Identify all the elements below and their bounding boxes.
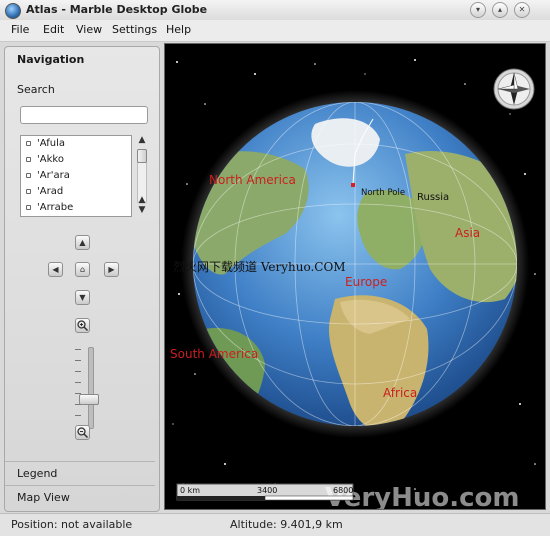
watermark-text: 烈火网下载频道 Veryhuo.COM	[173, 260, 346, 274]
pan-down-button[interactable]: ▼	[75, 290, 90, 305]
bullet-icon	[26, 141, 31, 146]
marble-globe-icon	[5, 3, 21, 19]
label-russia: Russia	[417, 192, 449, 203]
bullet-icon	[26, 205, 31, 210]
label-south-america: South America	[170, 347, 258, 361]
list-item[interactable]: 'Ar'ara	[21, 168, 131, 184]
navigation-panel: Navigation Search 'Afula 'Akko 'Ar'ara '…	[4, 46, 160, 512]
menu-bar: File Edit View Settings Help	[0, 20, 550, 42]
navigation-header[interactable]: Navigation	[17, 53, 84, 66]
zoom-in-button[interactable]	[75, 318, 90, 333]
zoom-out-button[interactable]	[75, 425, 90, 440]
maximize-icon[interactable]: ▴	[492, 2, 508, 18]
globe-canvas[interactable]: North America North Pole Russia Asia Eur…	[165, 44, 545, 509]
zoom-in-icon	[77, 320, 89, 332]
pan-up-button[interactable]: ▲	[75, 235, 90, 250]
scroll-thumb[interactable]	[137, 149, 147, 163]
minimize-icon[interactable]: ▾	[470, 2, 486, 18]
menu-help[interactable]: Help	[166, 23, 191, 36]
position-status: Position: not available	[11, 518, 133, 531]
label-north-america: North America	[209, 173, 296, 187]
place-list-scrollbar[interactable]: ▲ ▲ ▼	[135, 135, 149, 217]
home-button[interactable]: ⌂	[75, 262, 90, 277]
scale-end: 6800	[333, 486, 353, 495]
search-input[interactable]	[20, 106, 148, 124]
label-asia: Asia	[455, 226, 480, 240]
list-item[interactable]: 'Arrabe	[21, 200, 131, 216]
scroll-up-icon[interactable]: ▲	[136, 135, 148, 145]
list-item[interactable]: 'Arad	[21, 184, 131, 200]
pan-left-button[interactable]: ◀	[48, 262, 63, 277]
menu-file[interactable]: File	[11, 23, 29, 36]
altitude-status: Altitude: 9.401,9 km	[230, 518, 343, 531]
compass-icon	[493, 68, 535, 110]
watermark-logo: VeryHuo.com	[325, 483, 519, 509]
title-bar: Atlas - Marble Desktop Globe ▾ ▴ ✕	[0, 0, 550, 21]
close-icon[interactable]: ✕	[514, 2, 530, 18]
scale-bar: 0 km 3400 6800	[176, 483, 354, 501]
list-item[interactable]: 'Akko	[21, 152, 131, 168]
zoom-slider-thumb[interactable]	[79, 394, 99, 405]
north-pole-marker	[351, 183, 355, 187]
menu-view[interactable]: View	[76, 23, 102, 36]
bullet-icon	[26, 157, 31, 162]
scale-start: 0 km	[180, 486, 200, 495]
bullet-icon	[26, 173, 31, 178]
bullet-icon	[26, 189, 31, 194]
label-europe: Europe	[345, 275, 387, 289]
scroll-down-icon[interactable]: ▼	[136, 205, 148, 215]
search-label: Search	[17, 83, 55, 96]
place-list[interactable]: 'Afula 'Akko 'Ar'ara 'Arad 'Arrabe	[20, 135, 132, 217]
globe-map-view[interactable]: North America North Pole Russia Asia Eur…	[164, 43, 546, 510]
zoom-ticks	[75, 349, 83, 425]
map-view-tab[interactable]: Map View	[5, 485, 155, 510]
zoom-out-icon	[77, 427, 89, 439]
menu-edit[interactable]: Edit	[43, 23, 64, 36]
menu-settings[interactable]: Settings	[112, 23, 157, 36]
zoom-slider-track[interactable]	[88, 347, 94, 429]
scroll-down-icon[interactable]: ▲	[136, 195, 148, 205]
label-africa: Africa	[383, 386, 417, 400]
window-title: Atlas - Marble Desktop Globe	[26, 3, 208, 16]
legend-tab[interactable]: Legend	[5, 461, 155, 486]
status-bar: Position: not available Altitude: 9.401,…	[0, 513, 550, 536]
list-item[interactable]: 'Afula	[21, 136, 131, 152]
pan-right-button[interactable]: ▶	[104, 262, 119, 277]
scale-mid: 3400	[257, 486, 277, 495]
label-north-pole: North Pole	[361, 188, 405, 198]
